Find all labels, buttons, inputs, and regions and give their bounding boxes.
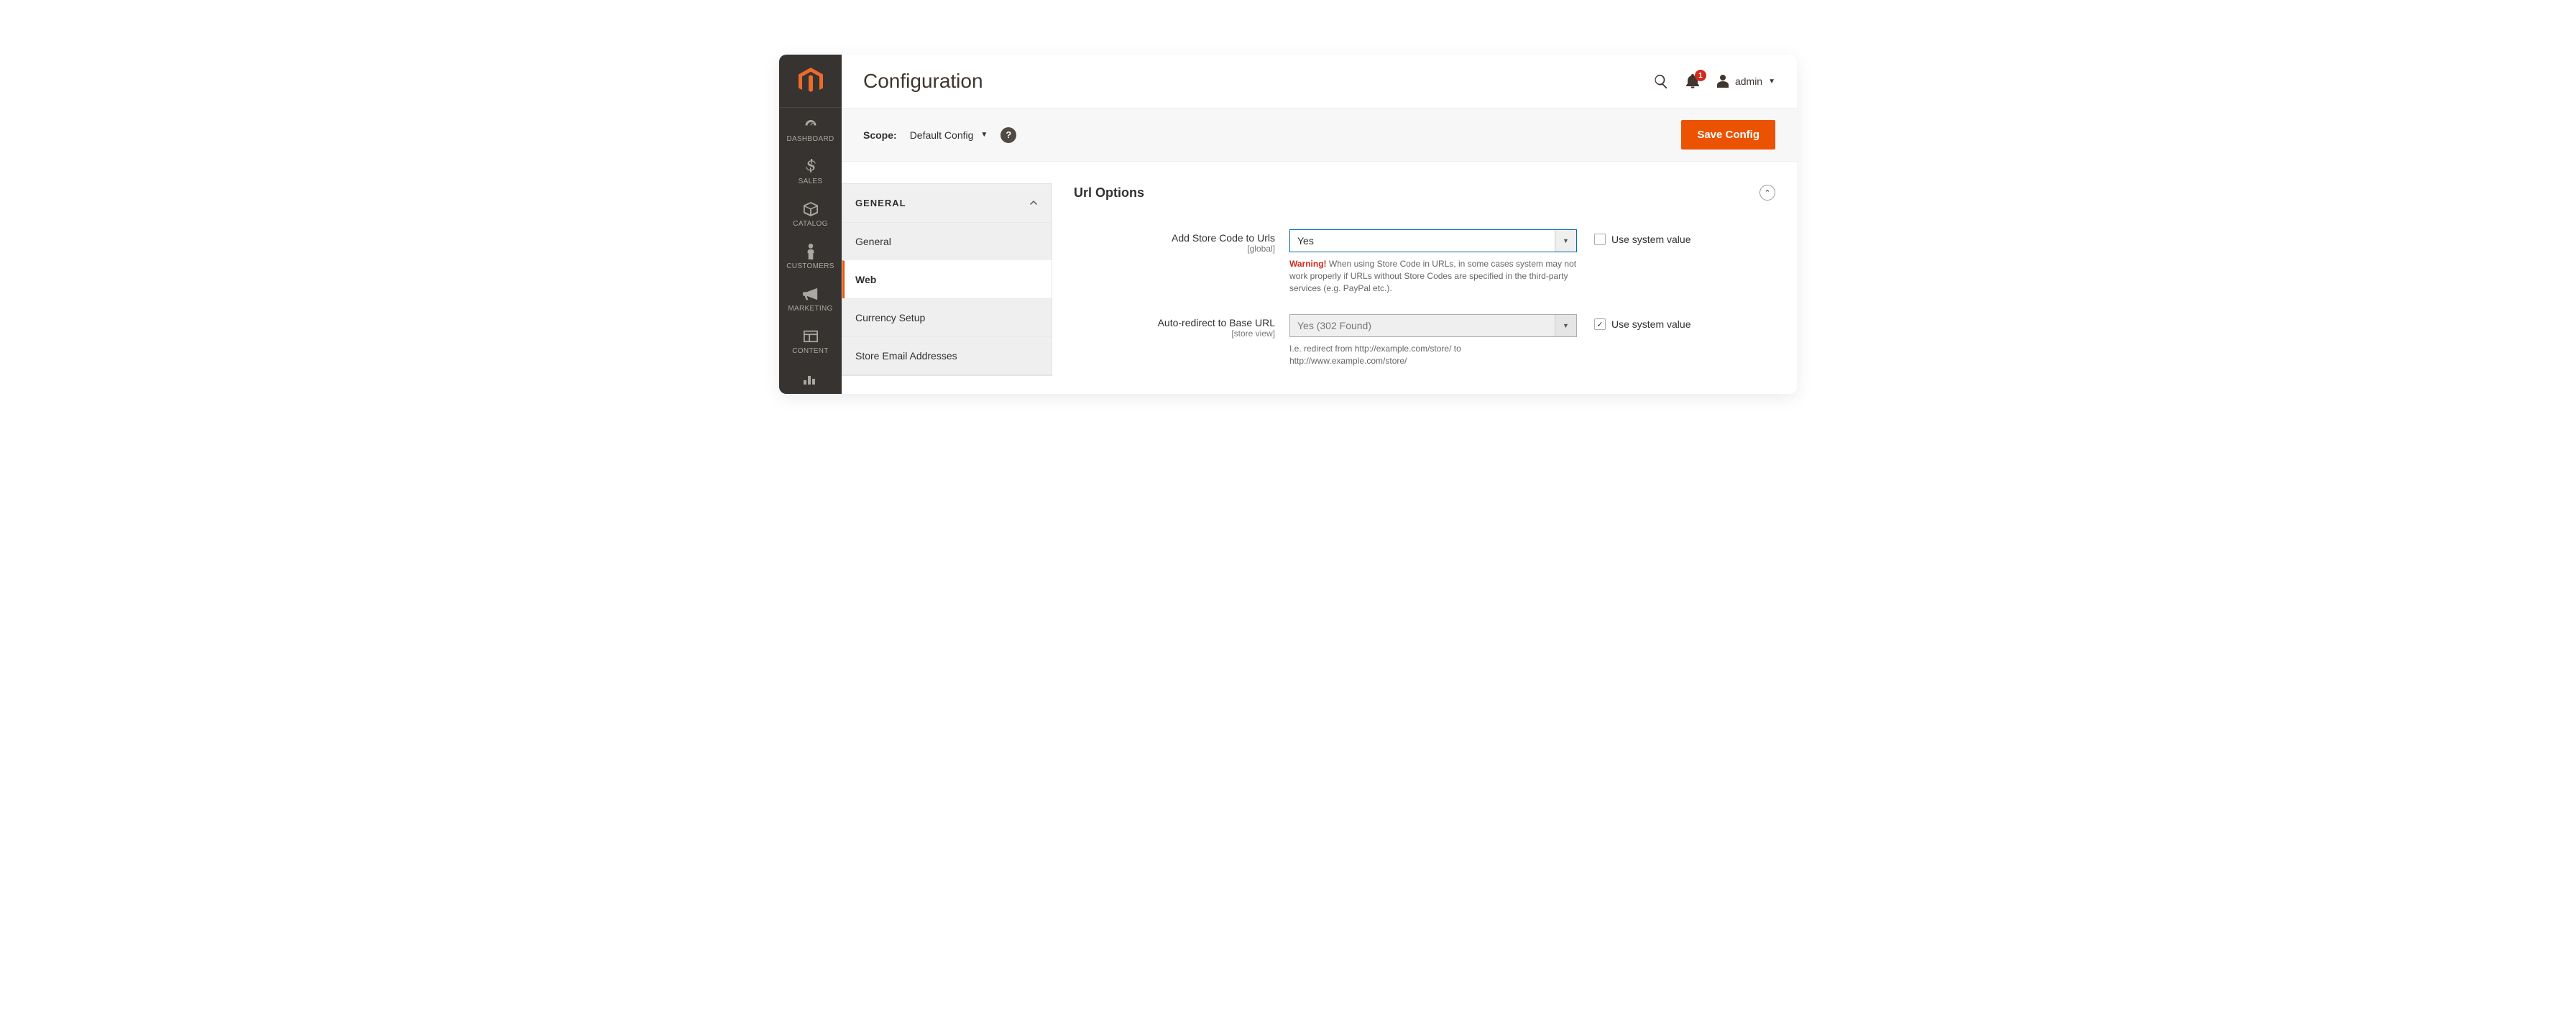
config-nav-item-currency-setup[interactable]: Currency Setup	[842, 298, 1052, 336]
sidebar-item-label: MARKETING	[788, 305, 832, 313]
search-icon	[1653, 73, 1669, 89]
caret-down-icon: ▼	[980, 131, 988, 139]
section-header[interactable]: Url Options ⌃	[1074, 185, 1775, 208]
page-title: Configuration	[863, 70, 1653, 93]
sidebar-item-catalog[interactable]: CATALOG	[779, 193, 842, 235]
select-value: Yes (302 Found)	[1290, 320, 1555, 331]
logo[interactable]	[779, 55, 842, 108]
user-menu[interactable]: admin ▼	[1716, 75, 1775, 88]
scope-bar: Scope: Default Config ▼ ? Save Config	[842, 108, 1797, 162]
user-name: admin	[1735, 75, 1762, 87]
config-body: GENERAL General Web Currency Setup Store…	[842, 162, 1797, 394]
save-config-button[interactable]: Save Config	[1681, 120, 1775, 150]
scope-value: Default Config	[910, 129, 974, 141]
sidebar-item-reports[interactable]	[779, 362, 842, 387]
layout-icon	[804, 328, 818, 344]
megaphone-icon	[803, 286, 819, 302]
person-icon	[806, 244, 816, 259]
auto-redirect-select: Yes (302 Found) ▼	[1289, 314, 1577, 337]
chevron-up-icon: ⌃	[1764, 188, 1770, 198]
triangle-down-icon: ▼	[1563, 322, 1569, 329]
field-note: Warning! When using Store Code in URLs, …	[1289, 258, 1577, 294]
select-trigger: ▼	[1555, 315, 1576, 336]
app-window: DASHBOARD SALES CATALOG CUSTOMERS	[779, 55, 1797, 394]
notifications-button[interactable]: 1	[1686, 74, 1699, 88]
config-nav-group-label: GENERAL	[855, 198, 906, 208]
sidebar-item-content[interactable]: CONTENT	[779, 320, 842, 362]
use-system-value-checkbox[interactable]	[1594, 318, 1606, 330]
sidebar-item-label: DASHBOARD	[786, 135, 834, 143]
user-icon	[1716, 75, 1729, 88]
field-add-store-code: Add Store Code to Urls [global] Yes ▼ Wa…	[1074, 229, 1775, 294]
dashboard-icon	[803, 116, 819, 132]
config-nav-group-general: GENERAL General Web Currency Setup Store…	[842, 184, 1052, 375]
settings-panel: Url Options ⌃ Add Store Code to Urls [gl…	[1074, 183, 1775, 394]
sidebar-item-label: CUSTOMERS	[786, 262, 834, 270]
dollar-icon	[805, 159, 816, 175]
sidebar-item-label: SALES	[799, 178, 823, 185]
sidebar-item-label: CATALOG	[793, 220, 827, 228]
magento-logo-icon	[799, 68, 823, 95]
sidebar-item-customers[interactable]: CUSTOMERS	[779, 235, 842, 277]
section-collapse-toggle[interactable]: ⌃	[1760, 185, 1775, 201]
main-sidebar: DASHBOARD SALES CATALOG CUSTOMERS	[779, 55, 842, 394]
use-system-value-checkbox[interactable]	[1594, 234, 1606, 245]
sidebar-item-dashboard[interactable]: DASHBOARD	[779, 108, 842, 150]
add-store-code-select[interactable]: Yes ▼	[1289, 229, 1577, 252]
scope-label: Scope:	[863, 129, 897, 141]
search-button[interactable]	[1653, 73, 1669, 89]
caret-down-icon: ▼	[1768, 78, 1775, 86]
select-value: Yes	[1290, 235, 1555, 247]
field-auto-redirect: Auto-redirect to Base URL [store view] Y…	[1074, 314, 1775, 367]
config-nav-item-store-email-addresses[interactable]: Store Email Addresses	[842, 336, 1052, 374]
scope-help[interactable]: ?	[1000, 127, 1016, 143]
chevron-up-icon	[1029, 197, 1039, 209]
config-nav-item-web[interactable]: Web	[842, 260, 1052, 298]
box-icon	[803, 201, 819, 217]
use-system-value-label: Use system value	[1611, 318, 1690, 330]
field-scope: [global]	[1074, 244, 1275, 254]
config-nav-item-general[interactable]: General	[842, 222, 1052, 260]
section-title: Url Options	[1074, 185, 1144, 201]
use-system-value-label: Use system value	[1611, 234, 1690, 245]
triangle-down-icon: ▼	[1563, 237, 1569, 244]
warning-label: Warning!	[1289, 259, 1327, 269]
field-label: Auto-redirect to Base URL	[1074, 317, 1275, 328]
field-note: I.e. redirect from http://example.com/st…	[1289, 343, 1577, 367]
notification-badge: 1	[1695, 70, 1706, 81]
sidebar-item-sales[interactable]: SALES	[779, 150, 842, 193]
scope-select[interactable]: Default Config ▼	[910, 129, 988, 141]
sidebar-item-label: CONTENT	[792, 347, 828, 355]
field-scope: [store view]	[1074, 328, 1275, 339]
main-panel: Configuration 1 admin ▼	[842, 55, 1797, 394]
top-actions: 1 admin ▼	[1653, 73, 1775, 89]
sidebar-item-marketing[interactable]: MARKETING	[779, 277, 842, 320]
config-nav: GENERAL General Web Currency Setup Store…	[842, 183, 1052, 376]
bar-chart-icon	[804, 371, 818, 387]
select-trigger[interactable]: ▼	[1555, 230, 1576, 252]
topbar: Configuration 1 admin ▼	[842, 55, 1797, 108]
config-nav-group-header[interactable]: GENERAL	[842, 184, 1052, 222]
field-label: Add Store Code to Urls	[1074, 232, 1275, 244]
